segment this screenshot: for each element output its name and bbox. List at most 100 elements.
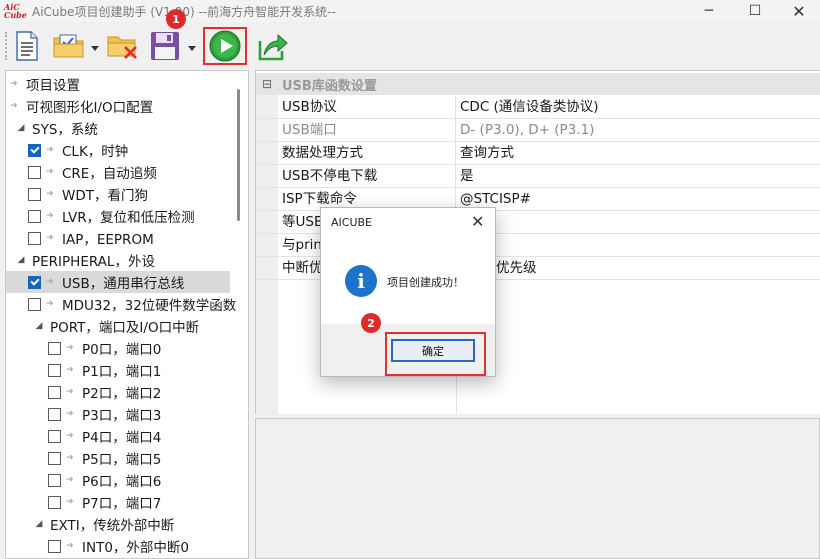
tree-scrollbar[interactable] bbox=[237, 89, 240, 221]
tree-item-project-settings[interactable]: ➜ 项目设置 bbox=[10, 73, 238, 95]
minimize-button[interactable]: ─ bbox=[686, 0, 732, 22]
tree-arrow-icon: ➜ bbox=[10, 101, 18, 111]
property-value[interactable]: 是 bbox=[456, 165, 820, 187]
tree-item-label: WDT，看门狗 bbox=[62, 188, 148, 204]
tree-item-io-config[interactable]: ➜ 可视图形化I/O口配置 bbox=[10, 95, 238, 117]
checkbox-p1[interactable] bbox=[48, 363, 61, 377]
delete-project-button[interactable] bbox=[106, 30, 140, 62]
dialog-title-bar[interactable]: AICUBE ✕ bbox=[321, 208, 495, 238]
config-tree: ➜ 项目设置 ➜ 可视图形化I/O口配置 ◢ SYS，系统 ➜ CLK，时钟 ➜… bbox=[5, 70, 249, 559]
property-row-usb-protocol[interactable]: USB协议 CDC (通信设备类协议) bbox=[256, 96, 820, 119]
checkbox-p7[interactable] bbox=[48, 495, 61, 509]
checkbox-p4[interactable] bbox=[48, 429, 61, 443]
tree-item-lvr[interactable]: ➜ LVR，复位和低压检测 bbox=[28, 205, 248, 227]
checkbox-p3[interactable] bbox=[48, 407, 61, 421]
property-value[interactable]: 优先级 bbox=[456, 257, 820, 279]
tree-item-p0[interactable]: ➜ P0口，端口0 bbox=[48, 337, 248, 359]
tree-item-label: P6口，端口6 bbox=[82, 474, 162, 490]
tree-item-sys[interactable]: ◢ SYS，系统 bbox=[16, 117, 244, 139]
tree-item-p1[interactable]: ➜ P1口，端口1 bbox=[48, 359, 248, 381]
property-value[interactable]: @STCISP# bbox=[456, 188, 820, 210]
tree-item-p5[interactable]: ➜ P5口，端口5 bbox=[48, 447, 248, 469]
property-name: USB不停电下载 bbox=[256, 165, 456, 187]
property-row-data-mode[interactable]: 数据处理方式 查询方式 bbox=[256, 142, 820, 165]
new-file-button[interactable] bbox=[12, 30, 42, 62]
tree-arrow-icon: ➜ bbox=[66, 475, 74, 485]
expand-toggle-icon[interactable]: ◢ bbox=[34, 321, 44, 331]
checkbox-iap[interactable] bbox=[28, 231, 41, 245]
tree-item-label: USB，通用串行总线 bbox=[62, 276, 185, 292]
info-icon: i bbox=[345, 265, 377, 297]
tree-item-wdt[interactable]: ➜ WDT，看门狗 bbox=[28, 183, 248, 205]
open-dropdown-arrow-icon[interactable] bbox=[91, 46, 99, 51]
dialog-message: 项目创建成功！ bbox=[387, 276, 464, 289]
app-logo: AiC Cube bbox=[4, 1, 27, 21]
open-project-button[interactable] bbox=[52, 30, 86, 62]
expand-toggle-icon[interactable]: ◢ bbox=[34, 519, 44, 529]
tree-item-cre[interactable]: ➜ CRE，自动追频 bbox=[28, 161, 248, 183]
checkbox-p2[interactable] bbox=[48, 385, 61, 399]
tree-arrow-icon: ➜ bbox=[66, 409, 74, 419]
tree-item-label: P5口，端口5 bbox=[82, 452, 162, 468]
tree-item-label: SYS，系统 bbox=[32, 122, 98, 138]
maximize-button[interactable]: ☐ bbox=[732, 0, 778, 22]
expand-toggle-icon[interactable]: ◢ bbox=[16, 123, 26, 133]
checkbox-usb[interactable] bbox=[28, 275, 41, 289]
toolbar bbox=[0, 22, 820, 70]
tree-item-exti[interactable]: ◢ EXTI，传统外部中断 bbox=[34, 513, 248, 535]
tree-item-p2[interactable]: ➜ P2口，端口2 bbox=[48, 381, 248, 403]
toolbar-grip[interactable] bbox=[5, 32, 8, 60]
tree-item-label: P1口，端口1 bbox=[82, 364, 162, 380]
property-row-usb-port[interactable]: USB端口 D- (P3.0), D+ (P3.1) bbox=[256, 119, 820, 142]
tree-item-label: P3口，端口3 bbox=[82, 408, 162, 424]
tree-arrow-icon: ➜ bbox=[66, 431, 74, 441]
property-value[interactable]: 查询方式 bbox=[456, 142, 820, 164]
property-value[interactable] bbox=[456, 211, 820, 233]
step-badge-2: 2 bbox=[361, 313, 381, 333]
property-value[interactable]: CDC (通信设备类协议) bbox=[456, 96, 820, 118]
folder-delete-icon bbox=[107, 36, 137, 59]
floppy-disk-icon bbox=[151, 32, 179, 60]
tree-item-usb[interactable]: ➜ USB，通用串行总线 bbox=[6, 271, 230, 293]
tree-item-label: P2口，端口2 bbox=[82, 386, 162, 402]
tree-arrow-icon: ➜ bbox=[10, 79, 18, 89]
tree-item-p7[interactable]: ➜ P7口，端口7 bbox=[48, 491, 248, 513]
export-button[interactable] bbox=[256, 30, 290, 62]
tree-arrow-icon: ➜ bbox=[66, 497, 74, 507]
tree-item-iap[interactable]: ➜ IAP，EEPROM bbox=[28, 227, 248, 249]
expand-toggle-icon[interactable]: ◢ bbox=[16, 255, 26, 265]
tree-arrow-icon: ➜ bbox=[46, 189, 54, 199]
checkbox-p6[interactable] bbox=[48, 473, 61, 487]
checkbox-int0[interactable] bbox=[48, 539, 61, 553]
checkbox-p0[interactable] bbox=[48, 341, 61, 355]
run-highlight-box bbox=[203, 27, 247, 65]
tree-item-int0[interactable]: ➜ INT0，外部中断0 bbox=[48, 535, 248, 557]
property-row-usb-download[interactable]: USB不停电下载 是 bbox=[256, 165, 820, 188]
dialog-body: i 项目创建成功！ bbox=[321, 238, 495, 324]
tree-item-p3[interactable]: ➜ P3口，端口3 bbox=[48, 403, 248, 425]
tree-arrow-icon: ➜ bbox=[46, 277, 54, 287]
tree-item-label: P0口，端口0 bbox=[82, 342, 162, 358]
save-dropdown-arrow-icon[interactable] bbox=[188, 46, 196, 51]
checkbox-wdt[interactable] bbox=[28, 187, 41, 201]
tree-item-p4[interactable]: ➜ P4口，端口4 bbox=[48, 425, 248, 447]
tree-item-p6[interactable]: ➜ P6口，端口6 bbox=[48, 469, 248, 491]
checkbox-lvr[interactable] bbox=[28, 209, 41, 223]
collapse-icon[interactable]: ⊟ bbox=[256, 77, 278, 91]
tree-item-mdu32[interactable]: ➜ MDU32，32位硬件数学函数 bbox=[28, 293, 248, 315]
checkbox-mdu32[interactable] bbox=[28, 297, 41, 311]
tree-item-label: EXTI，传统外部中断 bbox=[50, 518, 175, 534]
save-project-button[interactable] bbox=[148, 30, 182, 62]
checkbox-clk[interactable] bbox=[28, 143, 41, 157]
checkbox-p5[interactable] bbox=[48, 451, 61, 465]
tree-item-clk[interactable]: ➜ CLK，时钟 bbox=[28, 139, 248, 161]
folder-check-icon bbox=[53, 34, 84, 58]
checkbox-cre[interactable] bbox=[28, 165, 41, 179]
close-window-button[interactable]: ✕ bbox=[776, 0, 820, 22]
property-section-header[interactable]: ⊟ USB库函数设置 bbox=[256, 73, 820, 95]
tree-item-peripheral[interactable]: ◢ PERIPHERAL，外设 bbox=[16, 249, 244, 271]
property-value[interactable] bbox=[456, 234, 820, 256]
tree-item-port[interactable]: ◢ PORT，端口及I/O口中断 bbox=[34, 315, 248, 337]
tree-item-label: P4口，端口4 bbox=[82, 430, 162, 446]
dialog-close-icon[interactable]: ✕ bbox=[471, 212, 484, 231]
